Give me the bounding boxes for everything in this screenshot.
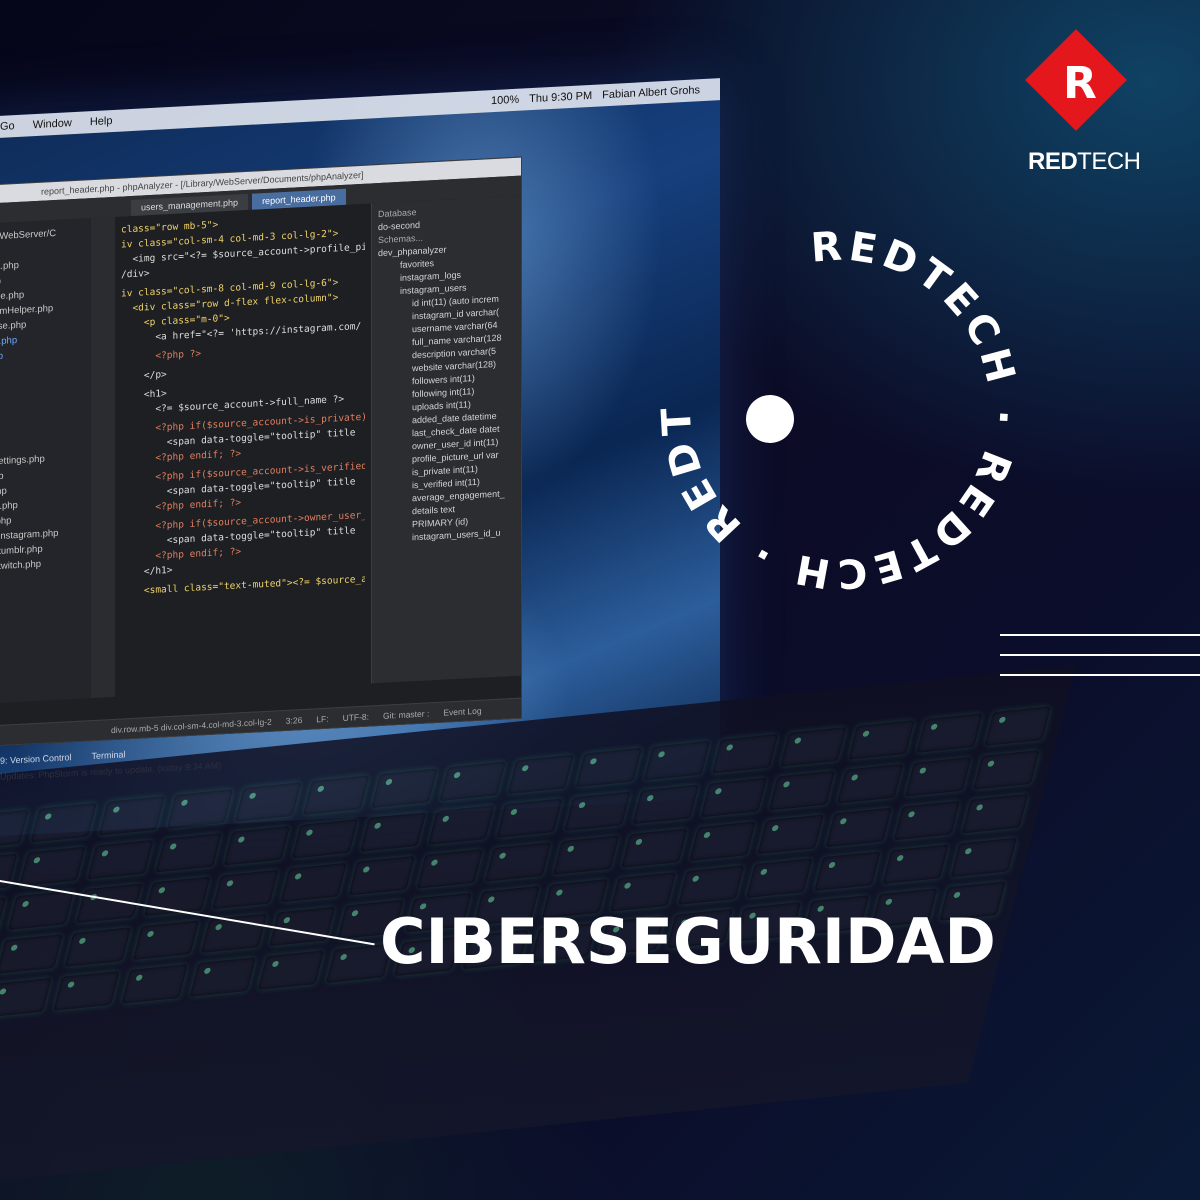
keyboard-key xyxy=(757,814,824,855)
svg-text:REDTECH · REDTECH · REDTECH ·: REDTECH · REDTECH · REDTECH · xyxy=(640,210,1026,597)
keyboard-key xyxy=(689,821,756,862)
keyboard-key xyxy=(155,832,222,873)
logo-wordmark: REDTECH xyxy=(1028,148,1141,176)
keyboard-key xyxy=(905,756,972,797)
headline: CIBERSEGURIDAD xyxy=(380,905,996,978)
keyboard-key xyxy=(257,950,325,990)
logo-word-tech: TECH xyxy=(1077,148,1141,175)
status-position: 3:26 xyxy=(285,714,303,726)
keyboard-key xyxy=(53,970,120,1011)
keyboard-key xyxy=(677,865,745,905)
project-file: vorites_twitch.php xyxy=(0,558,42,574)
keyboard-key xyxy=(64,927,132,967)
keyboard-key xyxy=(984,706,1052,746)
keyboard-key xyxy=(836,763,904,804)
keyboard-key xyxy=(280,862,347,903)
keyboard-key xyxy=(814,851,881,892)
user-name: Fabian Albert Grohs xyxy=(602,84,700,102)
keyboard-key xyxy=(427,805,495,845)
keyboard-key xyxy=(575,747,643,788)
keyboard-key xyxy=(916,713,983,753)
keyboard-key xyxy=(371,768,438,809)
status-line-sep: LF: xyxy=(316,713,329,724)
battery-level: 100% xyxy=(491,93,520,108)
keyboard-key xyxy=(189,957,257,997)
keyboard-key xyxy=(746,858,813,898)
decor-line-1 xyxy=(1000,634,1200,636)
keyboard-key xyxy=(507,754,575,795)
keyboard-key xyxy=(621,828,688,868)
status-git: Git: master : xyxy=(383,707,430,721)
keyboard-key xyxy=(711,733,779,774)
keyboard-key xyxy=(848,720,915,760)
poster: Go Window Help 100% Thu 9:30 PM Fabian A… xyxy=(0,0,1200,1200)
decor-line-2 xyxy=(1000,654,1200,656)
keyboard-key xyxy=(700,777,768,818)
keyboard-key xyxy=(0,934,63,974)
ide-window: report_header.php - phpAnalyzer - [/Libr… xyxy=(0,156,522,749)
mac-menubar: Go Window Help 100% Thu 9:30 PM Fabian A… xyxy=(0,78,720,140)
redtech-logo: R REDTECH xyxy=(1025,29,1148,184)
keyboard-key xyxy=(348,855,416,896)
keyboard-key xyxy=(7,890,75,931)
ide-panels: /Library/WebServer/C assesCaptcha.phpCur… xyxy=(0,195,521,705)
keyboard-key xyxy=(973,750,1040,790)
keyboard-key xyxy=(564,791,631,832)
keyboard-key xyxy=(552,835,620,875)
circular-brand-text: REDTECH · REDTECH · REDTECH · xyxy=(640,210,1026,597)
keyboard-key xyxy=(0,853,18,894)
terminal-tab: Terminal xyxy=(91,749,126,762)
keyboard-key xyxy=(121,964,188,1004)
keyboard-key xyxy=(893,800,961,841)
menubar-spacer xyxy=(130,102,473,120)
keyboard-key xyxy=(0,897,7,937)
database-panel: Database do-second Schemas... dev_phpana… xyxy=(371,195,521,684)
keyboard-key xyxy=(961,793,1029,834)
keyboard-key xyxy=(825,807,893,848)
keyboard-key xyxy=(19,846,86,887)
circular-text: REDTECH · REDTECH · REDTECH · xyxy=(640,210,1021,597)
status-event-log: Event Log xyxy=(443,705,482,718)
keyboard-key xyxy=(359,812,427,852)
logo-mark: R xyxy=(1063,58,1097,109)
line-gutter xyxy=(91,216,115,699)
keyboard-key xyxy=(234,782,302,822)
project-tree: /Library/WebServer/C assesCaptcha.phpCur… xyxy=(0,218,91,705)
keyboard-key xyxy=(950,837,1018,878)
white-dot xyxy=(746,395,794,443)
keyboard-key xyxy=(0,977,52,1018)
logo-word-red: RED xyxy=(1028,148,1078,175)
keyboard-key xyxy=(439,761,506,802)
menu-item-window: Window xyxy=(32,117,72,132)
keyboard-key xyxy=(0,809,29,850)
menu-item-help: Help xyxy=(89,115,113,129)
keyboard-key xyxy=(632,784,699,825)
keyboard-key xyxy=(416,848,484,889)
keyboard-key xyxy=(484,842,552,882)
keyboard-key xyxy=(291,819,359,859)
status-encoding: UTF-8: xyxy=(342,711,370,723)
keyboard-key xyxy=(166,789,234,829)
keyboard-key xyxy=(302,775,370,815)
keyboard-key xyxy=(30,802,97,843)
menu-item-go: Go xyxy=(0,120,15,133)
decor-line-3 xyxy=(1000,674,1200,676)
clock: Thu 9:30 PM xyxy=(529,89,593,106)
menubar-status: 100% Thu 9:30 PM Fabian Albert Grohs xyxy=(491,83,720,107)
keyboard-key xyxy=(87,839,154,880)
keyboard-key xyxy=(223,825,291,866)
keyboard-key xyxy=(212,869,279,910)
keyboard-key xyxy=(882,844,949,885)
keyboard-key xyxy=(496,798,563,838)
keyboard-key xyxy=(643,740,711,781)
keyboard-key xyxy=(768,770,836,811)
keyboard-key xyxy=(98,795,166,836)
keyboard-key xyxy=(780,726,847,767)
status-breadcrumb: div.row.mb-5 div.col-sm-4.col-md-3.col-l… xyxy=(111,716,272,735)
code-editor: class="row mb-5"> iv class="col-sm-4 col-… xyxy=(115,203,371,696)
keyboard-key xyxy=(132,920,200,960)
